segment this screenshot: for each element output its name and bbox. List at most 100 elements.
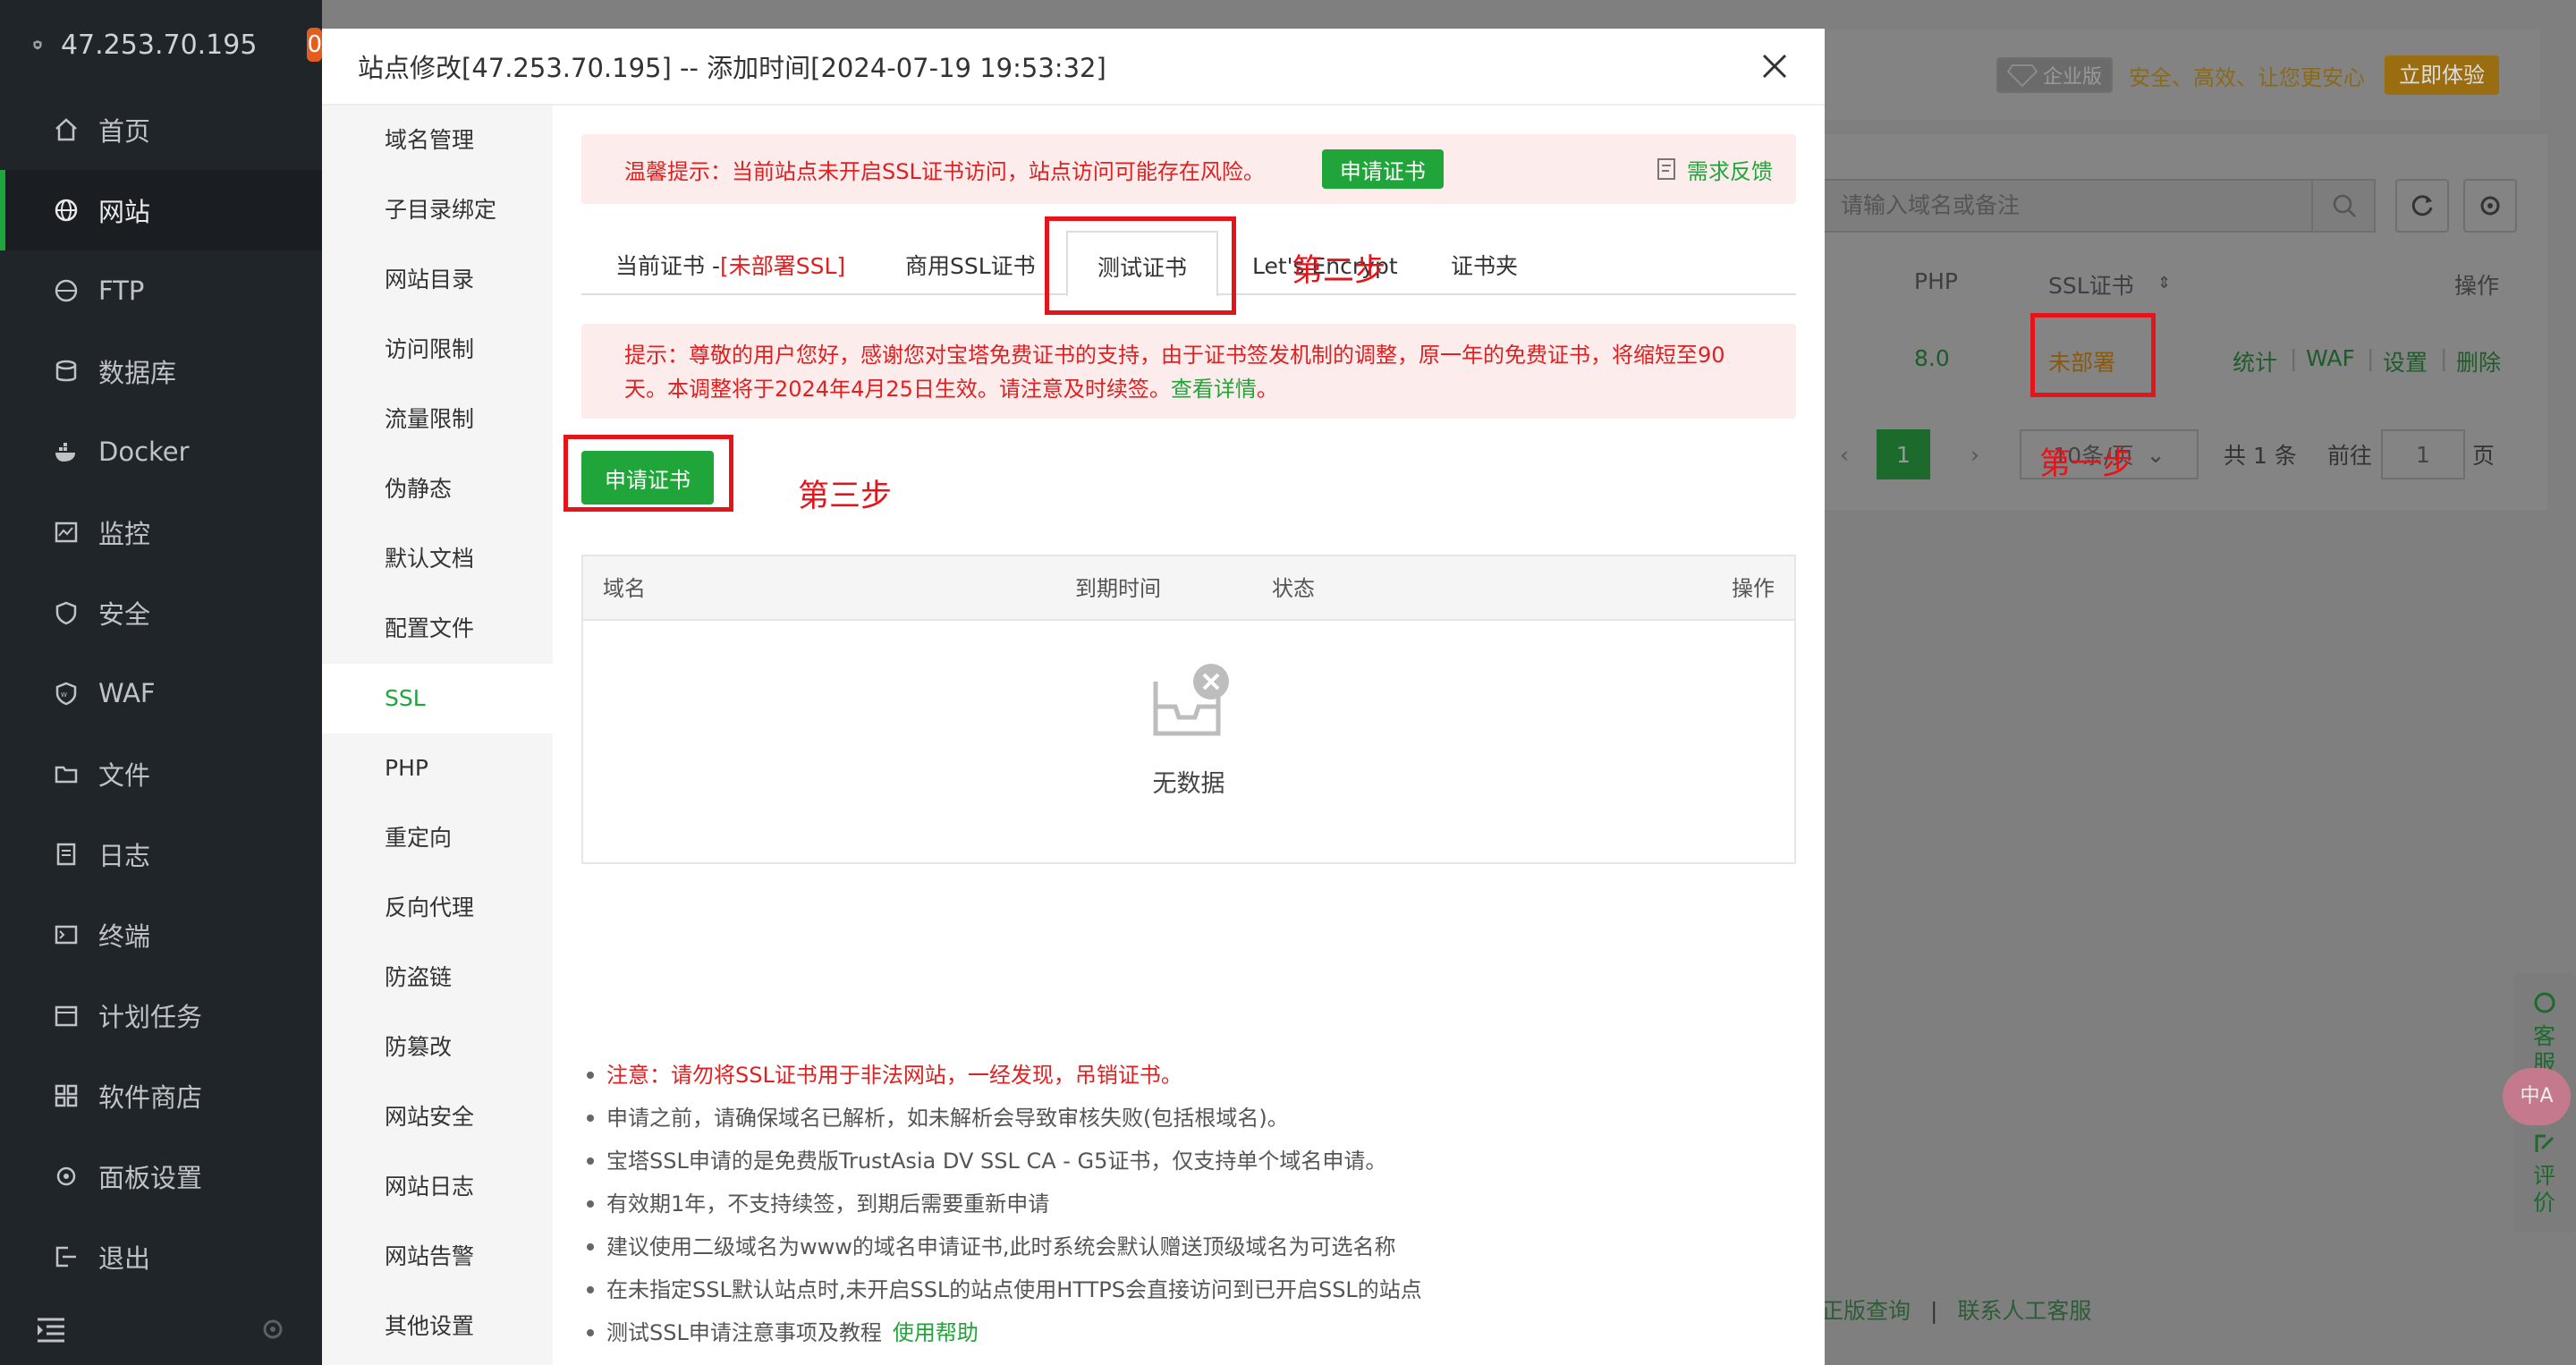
home-icon	[54, 117, 79, 142]
waf-icon: W	[54, 681, 79, 706]
sidebar-item-gear[interactable]: 面板设置	[0, 1136, 322, 1217]
main-sidebar: 47.253.70.195 0 首页网站 FTP 数据库 Docker 监控安全 W WAF…	[0, 0, 322, 1365]
sidebar-item-terminal[interactable]: 终端	[0, 894, 322, 975]
sidebar-item-logout[interactable]: 退出	[0, 1217, 322, 1297]
modal-close-button[interactable]	[1757, 48, 1792, 84]
sidebar-item-docker[interactable]: Docker	[0, 411, 322, 492]
try-now-button[interactable]: 立即体验	[2385, 55, 2500, 95]
translate-bubble-icon[interactable]: 中A	[2503, 1068, 2571, 1125]
notification-badge[interactable]: 0	[307, 28, 322, 62]
floating-service-widget[interactable]: 客服 中A 评价	[2503, 973, 2576, 1233]
warning-apply-cert-button[interactable]: 申请证书	[1321, 149, 1444, 189]
settings-gear-icon[interactable]	[259, 1316, 286, 1343]
genuine-check-link[interactable]: 正版查询	[1821, 1298, 1911, 1324]
tab-commercial-ssl[interactable]: 商用SSL证书	[905, 231, 1036, 295]
annotation-step1: 第一步	[2039, 446, 2134, 482]
link-separator: |	[1929, 1298, 1938, 1324]
modal-menu-item[interactable]: 伪静态	[322, 454, 553, 524]
sidebar-item-folder[interactable]: 文件	[0, 733, 322, 814]
current-page[interactable]: 1	[1877, 429, 1930, 479]
sidebar-item-apps[interactable]: 软件商店	[0, 1056, 322, 1136]
modal-menu-item[interactable]: SSL	[322, 664, 553, 733]
ssl-tips-list: 注意：请勿将SSL证书用于非法网站，一经发现，吊销证书。 申请之前，请确保域名已解…	[587, 1054, 1422, 1354]
column-ssl[interactable]: SSL证书	[2048, 268, 2134, 301]
modal-menu-item[interactable]: 访问限制	[322, 315, 553, 385]
next-page-button[interactable]: ›	[1957, 429, 1993, 479]
modal-menu-item[interactable]: PHP	[322, 733, 553, 803]
th-operations: 操作	[1732, 576, 1775, 601]
modal-menu-item[interactable]: 其他设置	[322, 1292, 553, 1361]
sidebar-item-log[interactable]: 日志	[0, 814, 322, 894]
empty-box-icon	[1153, 664, 1229, 736]
row-action-waf[interactable]: WAF	[2306, 345, 2355, 371]
modal-menu-item[interactable]: 网站目录	[322, 245, 553, 315]
row-action-delete[interactable]: 删除	[2456, 345, 2501, 377]
tip-item: 申请之前，请确保域名已解析，如未解析会导致审核失败(包括根域名)。	[587, 1097, 1422, 1140]
modal-menu-item[interactable]: 网站日志	[322, 1152, 553, 1222]
contact-support-link[interactable]: 联系人工客服	[1957, 1298, 2091, 1324]
ssl-warning-bar: 温馨提示：当前站点未开启SSL证书访问，站点访问可能存在风险。 申请证书 需求反…	[581, 134, 1796, 204]
sidebar-item-waf[interactable]: W WAF	[0, 653, 322, 733]
sidebar-item-database[interactable]: 数据库	[0, 331, 322, 411]
modal-menu-item[interactable]: 配置文件	[322, 594, 553, 664]
sidebar-item-label: 安全	[98, 599, 151, 630]
modal-menu-item[interactable]: 流量限制	[322, 385, 553, 454]
modal-menu-item[interactable]: 防篡改	[322, 1013, 553, 1082]
annotation-step2: 第二步	[1292, 253, 1386, 289]
gear-icon	[2480, 196, 2500, 216]
sidebar-item-label: WAF	[98, 678, 156, 708]
empty-text: 无数据	[1152, 770, 1225, 798]
sidebar-item-shield[interactable]: 安全	[0, 572, 322, 653]
sidebar-footer	[0, 1293, 322, 1365]
modal-menu-item[interactable]: 域名管理	[322, 106, 553, 175]
empty-state: 无数据	[583, 623, 1794, 864]
modal-menu-item[interactable]: 网站安全	[322, 1082, 553, 1152]
sidebar-item-calendar[interactable]: 计划任务	[0, 975, 322, 1056]
modal-menu-item[interactable]: 子目录绑定	[322, 175, 553, 245]
modal-menu-item[interactable]: 反向代理	[322, 873, 553, 943]
edit-review-icon	[2535, 1134, 2555, 1152]
refresh-button[interactable]	[2395, 179, 2449, 233]
sidebar-item-label: Docker	[98, 437, 190, 467]
site-search-input[interactable]: 请输入域名或备注	[1821, 179, 2376, 233]
column-settings-button[interactable]	[2463, 179, 2517, 233]
server-ip: 47.253.70.195	[60, 29, 258, 61]
sort-caret-icon[interactable]: ⇕	[2157, 274, 2171, 292]
tab-current-cert[interactable]: 当前证书 -[未部署SSL]	[615, 231, 845, 295]
goto-page-input[interactable]: 1	[2381, 429, 2465, 479]
ftp-icon	[54, 278, 79, 303]
view-details-link[interactable]: 查看详情	[1171, 377, 1257, 402]
modal-menu-item[interactable]: 重定向	[322, 803, 553, 873]
row-php-version[interactable]: 8.0	[1914, 345, 1950, 371]
sidebar-item-label: 数据库	[98, 358, 177, 388]
th-expire: 到期时间	[1075, 576, 1161, 601]
modal-menu-item[interactable]: 默认文档	[322, 524, 553, 594]
annotation-box-step2	[1045, 216, 1236, 315]
sidebar-item-home[interactable]: 首页	[0, 89, 322, 170]
bt-logo-icon	[33, 40, 42, 50]
review-label[interactable]: 评价	[2533, 1163, 2558, 1217]
tab-cert-folder[interactable]: 证书夹	[1451, 231, 1518, 295]
sidebar-item-ftp[interactable]: FTP	[0, 250, 322, 331]
feedback-link[interactable]: 需求反馈	[1657, 134, 1773, 204]
tip-item: 注意：请勿将SSL证书用于非法网站，一经发现，吊销证书。	[587, 1054, 1422, 1097]
chevron-down-icon: ⌄	[2146, 441, 2165, 468]
sidebar-item-label: 计划任务	[98, 1002, 203, 1032]
sidebar-item-label: FTP	[98, 276, 145, 306]
sidebar-item-globe[interactable]: 网站	[0, 170, 322, 250]
search-button[interactable]	[2311, 179, 2376, 233]
usage-help-link[interactable]: 使用帮助	[893, 1311, 979, 1354]
docker-icon	[54, 439, 79, 464]
row-action-settings[interactable]: 设置	[2383, 345, 2428, 377]
sidebar-item-monitor[interactable]: 监控	[0, 492, 322, 572]
collapse-menu-icon[interactable]	[36, 1316, 66, 1343]
prev-page-button[interactable]: ‹	[1826, 429, 1862, 479]
action-separator: |	[2367, 345, 2375, 371]
sidebar-item-label: 网站	[98, 197, 151, 227]
goto-label: 前往	[2327, 443, 2373, 469]
modal-title: 站点修改[47.253.70.195] -- 添加时间[2024-07-19 1…	[358, 53, 1106, 83]
modal-menu-item[interactable]: 防盗链	[322, 943, 553, 1013]
modal-menu-item[interactable]: 网站告警	[322, 1222, 553, 1292]
annotation-box-step3	[564, 435, 733, 512]
row-action-stats[interactable]: 统计	[2233, 345, 2277, 377]
